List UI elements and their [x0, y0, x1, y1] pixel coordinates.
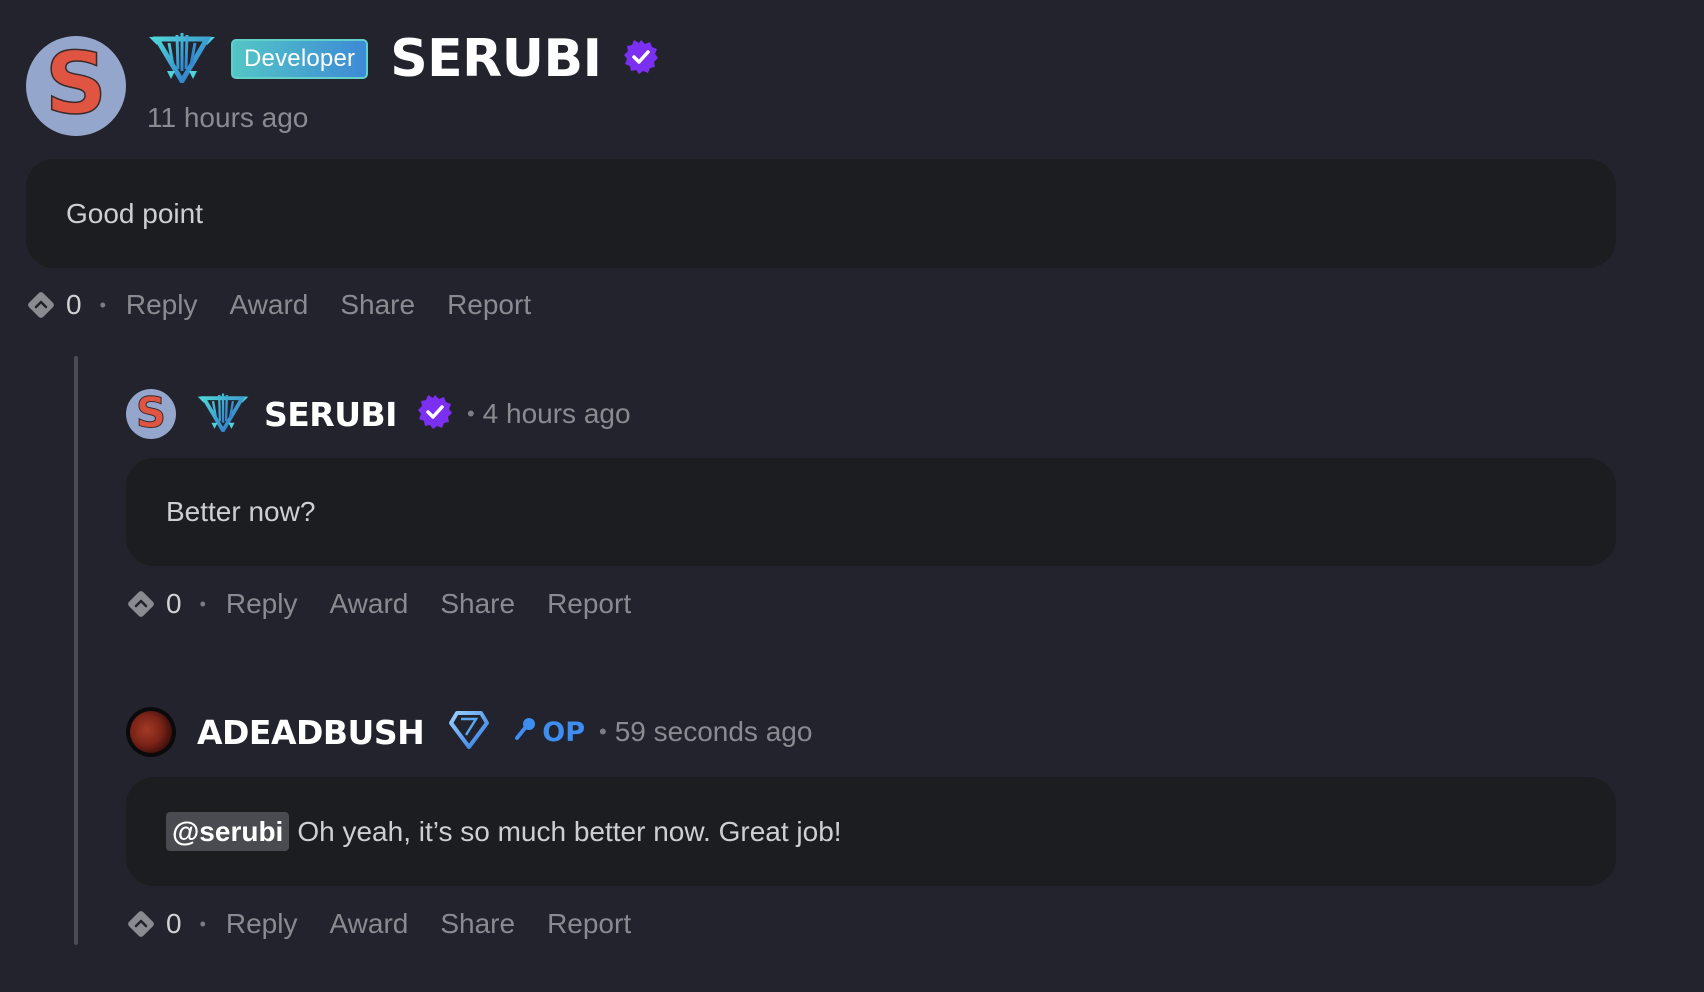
reply-actions: 0 • Reply Award Share Report: [126, 587, 663, 621]
author-name[interactable]: SERUBI: [390, 29, 602, 89]
reply-message: Oh yeah, it’s so much better now. Great …: [297, 815, 842, 847]
separator-dot: •: [199, 593, 206, 614]
share-button[interactable]: Share: [440, 908, 515, 940]
reply-text: @serubi Oh yeah, it’s so much better now.…: [166, 811, 842, 851]
mention-link[interactable]: @serubi: [166, 811, 290, 851]
comment-text: Good point: [66, 197, 203, 229]
blood-moon-image: [130, 711, 172, 753]
award-button[interactable]: Award: [229, 289, 308, 321]
vote-count: 0: [166, 588, 182, 619]
upvote-icon[interactable]: [126, 589, 156, 619]
avatar[interactable]: [126, 707, 176, 757]
vote-count: 0: [66, 289, 82, 320]
separator-dot: •: [599, 719, 607, 744]
award-button[interactable]: Award: [329, 908, 408, 940]
reply-timestamp: 59 seconds ago: [614, 716, 813, 747]
reply-button[interactable]: Reply: [126, 289, 198, 321]
separator-dot: •: [199, 913, 206, 934]
reply-header: ADEADBUSH OP • 59 seconds ago: [126, 707, 812, 757]
reply-header: S SERUBI • 4 hours ago: [126, 389, 631, 439]
op-badge: OP: [514, 717, 585, 748]
comment-actions: 0 • Reply Award Share Report: [26, 288, 563, 322]
vote-count: 0: [166, 908, 182, 939]
comment-timestamp: 11 hours ago: [147, 102, 309, 133]
avatar[interactable]: S: [26, 36, 126, 136]
crest-rank-icon: [196, 392, 250, 437]
crest-rank-icon: [147, 31, 217, 88]
verified-icon: [417, 394, 453, 435]
award-button[interactable]: Award: [329, 588, 408, 620]
diamond-rank-icon: [448, 710, 490, 755]
reply-timestamp: 4 hours ago: [482, 398, 631, 429]
reply-button[interactable]: Reply: [226, 908, 298, 940]
reply-button[interactable]: Reply: [226, 588, 298, 620]
author-name[interactable]: ADEADBUSH: [197, 713, 425, 752]
comment-body: Good point: [26, 159, 1616, 268]
report-button[interactable]: Report: [547, 588, 631, 620]
upvote-icon[interactable]: [126, 909, 156, 939]
separator-dot: •: [466, 401, 475, 426]
report-button[interactable]: Report: [447, 289, 531, 321]
upvote-icon[interactable]: [26, 290, 56, 320]
developer-badge: Developer: [231, 39, 369, 79]
verified-icon: [623, 39, 659, 80]
reply-text: Better now?: [166, 496, 316, 527]
separator-dot: •: [99, 294, 106, 315]
op-label: OP: [542, 716, 585, 748]
share-button[interactable]: Share: [440, 588, 515, 620]
reply-body: @serubi Oh yeah, it’s so much better now.…: [126, 777, 1616, 886]
reply-body: Better now?: [126, 458, 1616, 566]
thread-collapse-line[interactable]: [74, 356, 78, 945]
share-button[interactable]: Share: [340, 289, 415, 321]
report-button[interactable]: Report: [547, 908, 631, 940]
comment-header: Developer SERUBI: [147, 29, 659, 89]
avatar[interactable]: S: [126, 389, 176, 439]
author-name[interactable]: SERUBI: [264, 395, 397, 434]
avatar-letter: S: [44, 36, 107, 134]
avatar-letter: S: [135, 389, 167, 437]
reply-actions: 0 • Reply Award Share Report: [126, 907, 663, 941]
microphone-icon: [514, 717, 536, 748]
